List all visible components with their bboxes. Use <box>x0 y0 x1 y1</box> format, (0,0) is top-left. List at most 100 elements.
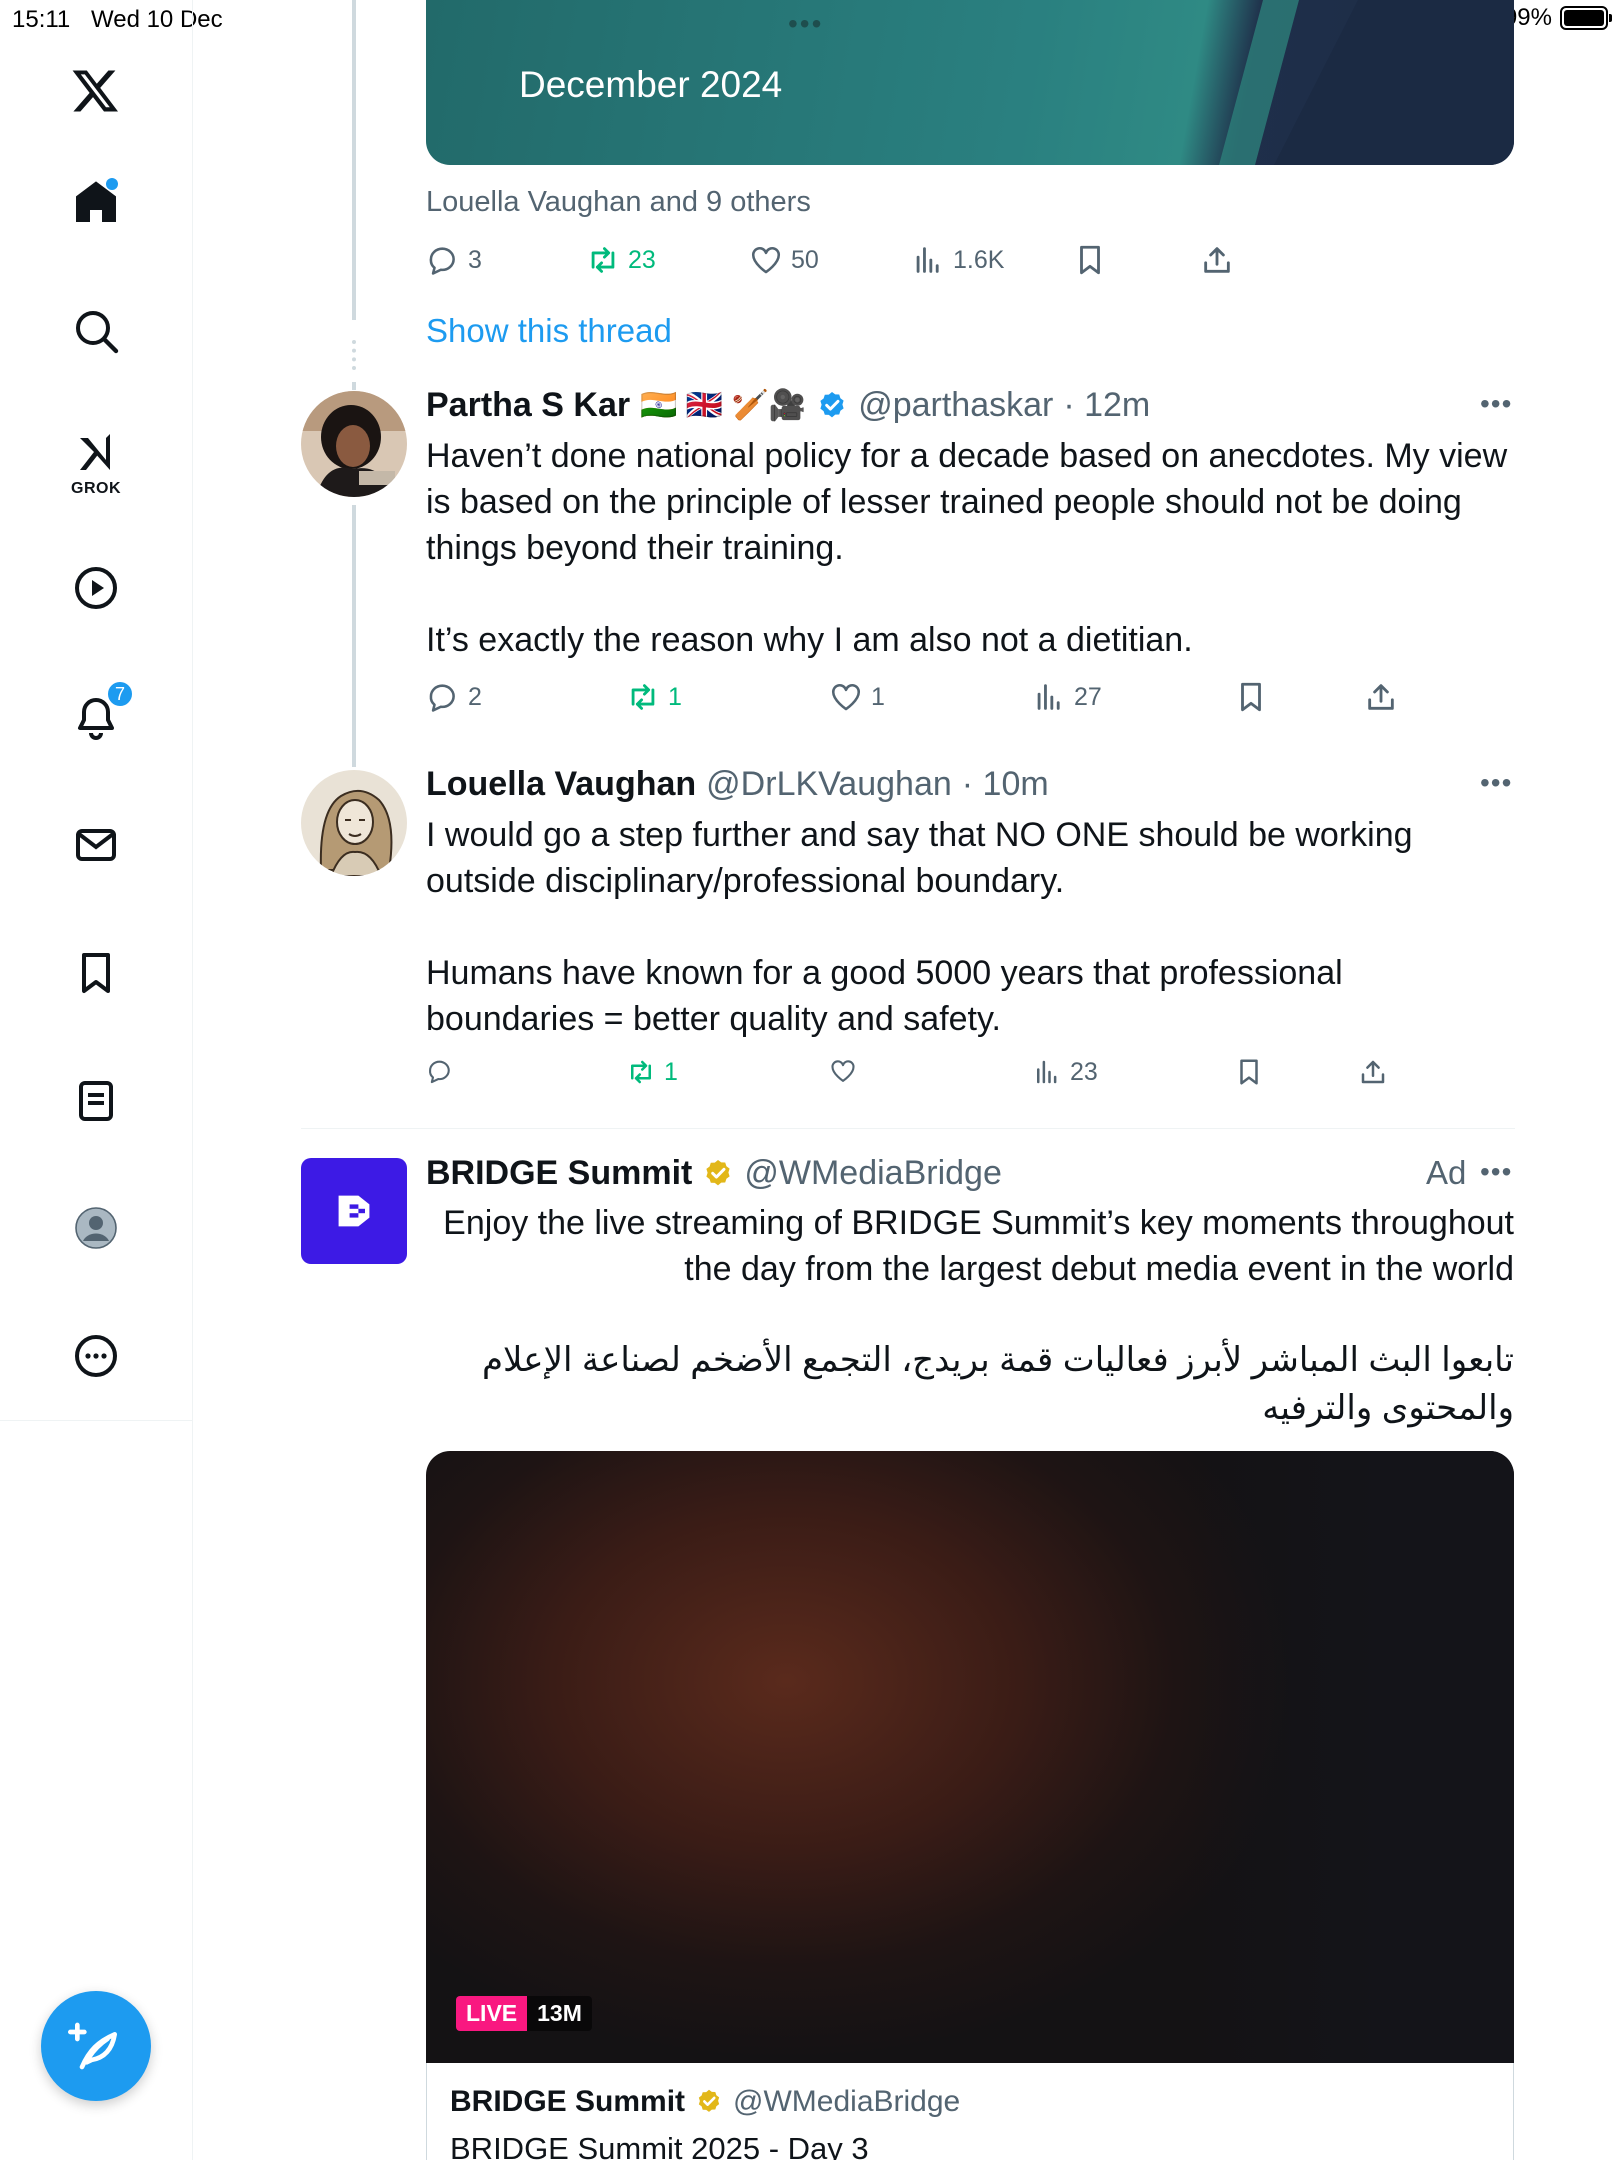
home-unread-dot <box>106 178 118 190</box>
views-count: 27 <box>1074 682 1102 711</box>
bookmark-icon <box>1080 245 1100 275</box>
repost-button[interactable]: 1 <box>626 680 682 714</box>
lists-icon[interactable] <box>64 1069 128 1133</box>
author-emojis: 🇮🇳 🇬🇧 🏏🎥 <box>640 389 807 422</box>
tweet-text: Haven’t done national policy for a decad… <box>426 437 1508 659</box>
avatar-louella[interactable] <box>301 770 407 876</box>
battery-icon <box>1560 6 1612 30</box>
repost-count: 23 <box>628 245 656 274</box>
grok-icon[interactable]: GROK <box>64 420 128 497</box>
live-indicator: LIVE 13M <box>456 1996 592 2031</box>
notifications-badge: 7 <box>106 680 134 708</box>
video-play-icon[interactable] <box>64 556 128 620</box>
author-handle[interactable]: @parthaskar <box>858 386 1053 425</box>
ad-label: Ad <box>1426 1154 1467 1191</box>
repost-icon <box>631 684 655 710</box>
like-heart-icon <box>831 1060 855 1082</box>
video-card-title: BRIDGE Summit 2025 - Day 3 <box>450 2131 869 2160</box>
repost-button[interactable]: 23 <box>586 243 656 277</box>
video-card-handle: @WMediaBridge <box>733 2085 961 2118</box>
bookmark-button[interactable] <box>1234 680 1268 714</box>
views-button[interactable]: 27 <box>1032 680 1102 714</box>
share-icon <box>1204 247 1230 273</box>
like-count: 1 <box>871 682 885 711</box>
views-chart-icon <box>1037 1060 1057 1084</box>
video-card-header: BRIDGE Summit @WMediaBridge <box>450 2085 960 2119</box>
ad-arabic-text: تابعوا البث المباشر لأبرز فعاليات قمة بر… <box>481 1341 1514 1427</box>
author-name[interactable]: Partha S Kar <box>426 386 630 425</box>
notifications-bell-icon[interactable]: 7 <box>64 680 134 750</box>
compose-post-button[interactable] <box>41 1991 151 2101</box>
views-button[interactable]: 23 <box>1032 1057 1098 1087</box>
video-card[interactable]: BRIDGE Summit @WMediaBridge BRIDGE Summi… <box>426 2063 1514 2160</box>
live-video-player[interactable]: LIVE 13M <box>426 1451 1514 2063</box>
sidebar: GROK 7 <box>0 0 193 2160</box>
share-icon <box>1361 1060 1385 1084</box>
reply-button[interactable] <box>426 1057 462 1085</box>
ad-author-handle[interactable]: @WMediaBridge <box>744 1154 1002 1193</box>
reply-icon <box>429 1060 450 1084</box>
like-button[interactable] <box>829 1057 865 1085</box>
share-button[interactable] <box>1358 1057 1388 1087</box>
ad-more-icon[interactable]: ••• <box>1480 1156 1512 1188</box>
thread-line-top <box>352 0 356 320</box>
show-thread-link[interactable]: Show this thread <box>426 312 672 350</box>
reply-count: 3 <box>468 245 482 274</box>
viewer-count: 13M <box>537 2000 582 2026</box>
video-card-name: BRIDGE Summit <box>450 2085 686 2118</box>
like-button[interactable]: 1 <box>829 680 885 714</box>
media-more-icon[interactable]: ••• <box>788 8 823 40</box>
tweet-time[interactable]: · 12m <box>1063 386 1150 425</box>
media-card-title: December 2024 <box>519 64 783 105</box>
views-chart-icon <box>916 247 939 273</box>
tweet-more-icon[interactable]: ••• <box>1480 767 1512 799</box>
share-button[interactable] <box>1200 243 1234 277</box>
repost-button[interactable]: 1 <box>626 1057 678 1087</box>
tweet-header-louella: Louella Vaughan @DrLKVaughan · 10m <box>426 765 1049 804</box>
bookmarks-icon[interactable] <box>64 941 128 1005</box>
views-count: 1.6K <box>953 245 1005 274</box>
bookmark-button[interactable] <box>1234 1057 1264 1087</box>
gold-verified-badge-icon <box>698 2089 720 2112</box>
reply-button[interactable]: 2 <box>426 680 482 714</box>
repost-icon <box>631 1060 651 1084</box>
like-heart-icon <box>751 246 781 274</box>
search-icon[interactable] <box>64 299 128 363</box>
bookmark-button[interactable] <box>1073 243 1107 277</box>
profile-avatar-icon[interactable] <box>64 1196 128 1260</box>
compose-feather-icon <box>68 2022 117 2070</box>
like-button[interactable]: 50 <box>749 243 819 277</box>
bookmark-icon <box>1240 1059 1258 1085</box>
author-name[interactable]: Louella Vaughan <box>426 765 696 804</box>
views-count: 23 <box>1070 1057 1098 1086</box>
x-logo-icon[interactable] <box>64 58 128 122</box>
ad-header: BRIDGE Summit @WMediaBridge <box>426 1154 1002 1193</box>
repost-count: 1 <box>668 682 682 711</box>
reply-icon <box>429 247 455 275</box>
tweet-more-icon[interactable]: ••• <box>1480 388 1512 420</box>
tweet-text: I would go a step further and say that N… <box>426 816 1413 1038</box>
live-badge: LIVE <box>456 1996 528 2031</box>
messages-envelope-icon[interactable] <box>64 813 128 877</box>
more-options-icon[interactable] <box>64 1324 128 1388</box>
tweet-time[interactable]: · 10m <box>962 765 1049 804</box>
liked-by-text[interactable]: Louella Vaughan and 9 others <box>426 186 811 219</box>
share-icon <box>1368 684 1394 710</box>
bridge-summit-logo[interactable] <box>301 1158 407 1264</box>
media-card[interactable]: ••• December 2024 <box>426 0 1514 165</box>
home-icon[interactable] <box>64 170 128 234</box>
tweet-header-partha: Partha S Kar 🇮🇳 🇬🇧 🏏🎥 @parthaskar · 12m <box>426 386 1150 425</box>
reply-button[interactable]: 3 <box>426 243 482 277</box>
views-button[interactable]: 1.6K <box>911 243 1004 277</box>
repost-count: 1 <box>664 1057 678 1086</box>
ad-author-name[interactable]: BRIDGE Summit <box>426 1154 692 1193</box>
share-button[interactable] <box>1364 680 1398 714</box>
thread-line-stub <box>352 382 356 390</box>
bookmark-icon <box>1241 682 1261 712</box>
gold-verified-badge-icon <box>706 1159 730 1185</box>
tweet-separator <box>301 1128 1515 1129</box>
reply-icon <box>429 684 455 712</box>
repost-icon <box>591 247 615 273</box>
avatar-partha[interactable] <box>301 391 407 497</box>
author-handle[interactable]: @DrLKVaughan <box>706 765 952 804</box>
